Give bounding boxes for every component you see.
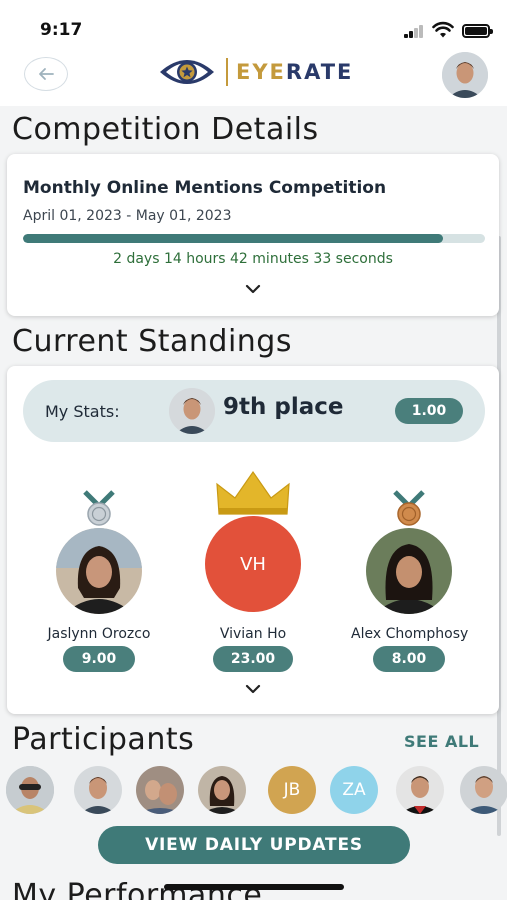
chevron-down-icon[interactable] [245,284,261,294]
silver-medal-icon [83,490,115,526]
see-all-link[interactable]: SEE ALL [404,732,479,751]
my-stats-score: 1.00 [395,398,463,424]
bronze-medal-icon [393,490,425,526]
eyerate-logo: EYERATE [158,55,353,89]
back-arrow-icon [39,68,54,80]
podium-score: 8.00 [373,646,445,672]
eye-logo-icon [160,60,214,84]
chevron-down-icon[interactable] [245,684,261,694]
home-indicator[interactable] [164,884,344,890]
competition-name: Monthly Online Mentions Competition [23,178,387,198]
my-stats-label: My Stats: [45,402,120,421]
battery-icon [462,24,493,38]
my-stats-bar[interactable]: My Stats: 9th place 1.00 [23,380,485,442]
podium-score: 23.00 [213,646,293,672]
competition-card[interactable]: Monthly Online Mentions Competition Apri… [7,154,499,316]
cellular-signal-icon [404,24,426,38]
standings-card[interactable]: My Stats: 9th place 1.00 Jaslynn Orozco … [7,366,499,714]
competition-details-heading: Competition Details [12,112,319,147]
participant-initials-avatar[interactable]: JB [268,766,316,814]
status-bar: 9:17 [0,0,507,44]
participant-avatar[interactable] [460,766,507,814]
countdown-timer: 2 days 14 hours 42 minutes 33 seconds [113,251,393,267]
participant-avatar[interactable] [396,766,444,814]
my-stats-avatar [169,388,215,434]
my-stats-place: 9th place [223,394,344,420]
logo-text-eye: EYE [236,60,286,84]
current-standings-heading: Current Standings [12,324,292,359]
podium-name: Jaslynn Orozco [47,626,151,642]
view-daily-updates-button[interactable]: VIEW DAILY UPDATES [98,826,410,864]
participant-avatar[interactable] [136,766,184,814]
participant-avatar[interactable] [74,766,122,814]
wifi-icon [432,21,454,38]
podium-second-place[interactable]: Jaslynn Orozco 9.00 [47,486,151,672]
podium-score: 9.00 [63,646,135,672]
podium-name: Vivian Ho [219,626,287,642]
podium-initials-avatar: VH [205,516,301,612]
participants-heading: Participants [12,722,195,757]
competition-progress-bar [23,234,485,243]
back-button[interactable] [24,57,68,91]
podium-first-place[interactable]: VH Vivian Ho 23.00 [201,470,305,672]
competition-dates: April 01, 2023 - May 01, 2023 [23,208,232,224]
participant-avatar [56,528,142,614]
participant-avatar[interactable] [198,766,246,814]
main-content[interactable]: Competition Details Monthly Online Menti… [0,106,507,900]
progress-fill [23,234,444,243]
logo-text-rate: RATE [285,60,354,84]
podium-third-place[interactable]: Alex Chomphosy 8.00 [351,486,469,672]
participant-avatar[interactable] [6,766,54,814]
app-header: EYERATE [0,44,507,106]
podium-name: Alex Chomphosy [351,626,469,642]
status-time: 9:17 [40,20,83,40]
participant-avatar [366,528,452,614]
user-avatar[interactable] [442,52,488,98]
participant-initials-avatar[interactable]: ZA [330,766,378,814]
crown-icon [216,470,290,515]
